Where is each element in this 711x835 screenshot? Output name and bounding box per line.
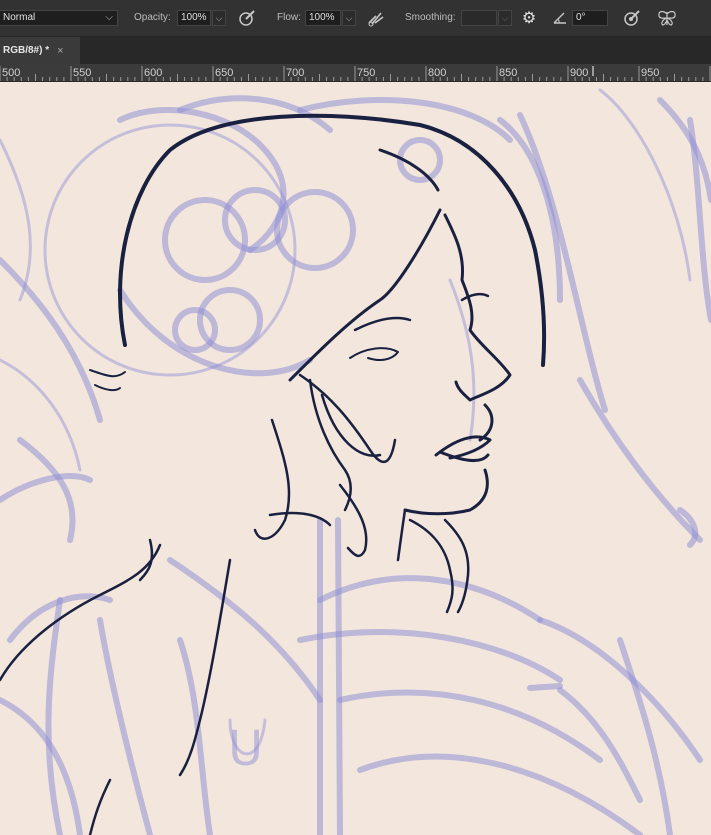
opacity-value: 100% xyxy=(181,12,207,23)
flow-label: Flow: xyxy=(277,12,301,23)
horizontal-ruler[interactable]: 500 550 600 650 700 750 800 850 900 950 xyxy=(0,64,711,82)
angle-icon xyxy=(552,9,568,27)
smoothing-field[interactable] xyxy=(461,10,497,26)
ruler-label: 800 xyxy=(428,67,446,79)
ruler-label: 600 xyxy=(144,67,162,79)
chevron-down-icon: ⌵ xyxy=(105,12,113,23)
ruler-label: 500 xyxy=(2,67,20,79)
opacity-label: Opacity: xyxy=(134,12,171,23)
ruler-label: 650 xyxy=(215,67,233,79)
document-tab-bar: RGB/8#) * × xyxy=(0,37,711,64)
angle-field[interactable]: 0° xyxy=(572,10,608,26)
document-tab[interactable]: RGB/8#) * × xyxy=(0,37,80,64)
flow-field[interactable]: 100% xyxy=(305,10,341,26)
ruler-label: 900 xyxy=(570,67,588,79)
options-bar: Normal ⌵ Opacity: 100% ⌵ Flow: 100% ⌵ Sm… xyxy=(0,0,711,37)
symmetry-butterfly-icon[interactable] xyxy=(655,8,679,28)
stray-letter-mark: U xyxy=(228,721,263,777)
opacity-dropdown[interactable]: ⌵ xyxy=(212,10,226,26)
blend-mode-value: Normal xyxy=(3,12,36,23)
document-tab-title: RGB/8#) * xyxy=(3,45,50,56)
close-icon[interactable]: × xyxy=(57,45,63,57)
angle-value: 0° xyxy=(576,12,586,23)
smoothing-label: Smoothing: xyxy=(405,12,456,23)
opacity-field[interactable]: 100% xyxy=(177,10,211,26)
flow-value: 100% xyxy=(309,12,335,23)
ruler-label: 700 xyxy=(286,67,304,79)
ruler-label: 950 xyxy=(641,67,659,79)
blend-mode-select[interactable]: Normal ⌵ xyxy=(0,10,118,26)
pressure-size-icon[interactable] xyxy=(621,8,643,28)
pressure-opacity-icon[interactable] xyxy=(236,8,258,28)
gear-icon[interactable]: ⚙ xyxy=(519,8,539,28)
airbrush-icon[interactable] xyxy=(365,8,387,28)
flow-dropdown[interactable]: ⌵ xyxy=(342,10,356,26)
ruler-label: 850 xyxy=(499,67,517,79)
sketch-layer xyxy=(0,88,711,835)
artwork: U xyxy=(0,88,711,835)
document-canvas[interactable]: U U xyxy=(0,82,711,835)
ruler-ticks: 500 550 600 650 700 750 800 850 900 950 xyxy=(0,66,711,81)
ruler-label: 750 xyxy=(357,67,375,79)
ruler-label: 550 xyxy=(73,67,91,79)
smoothing-dropdown[interactable]: ⌵ xyxy=(498,10,512,26)
